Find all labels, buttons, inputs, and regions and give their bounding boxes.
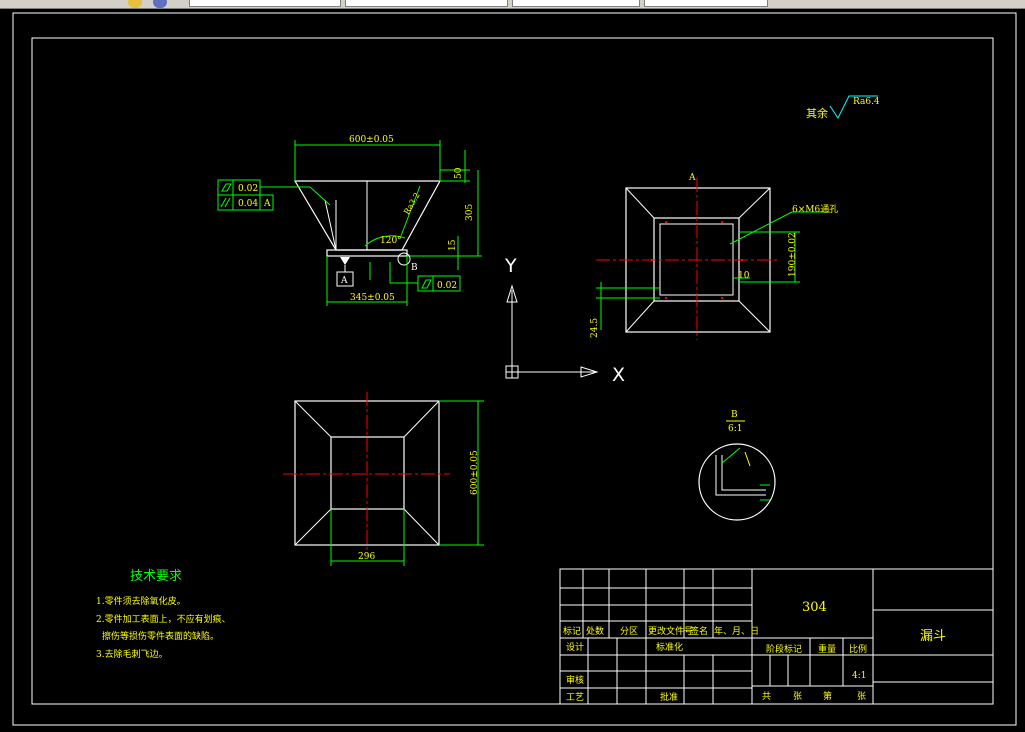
- tb-standard: 标准化: [656, 641, 683, 653]
- tech-line-4: 3.去除毛刺飞边。: [96, 648, 168, 660]
- tech-line-1: 1.零件须去除氧化皮。: [96, 595, 186, 607]
- tb-approve: 批准: [660, 691, 678, 703]
- parallel-value: 0.04: [238, 199, 258, 209]
- tb-ratio: 比例: [849, 643, 867, 655]
- flatness-symbol: [221, 183, 232, 192]
- tolerance-frame-left: 0.02 0.04 A: [217, 179, 331, 211]
- drawing-canvas[interactable]: 其余 Ra6.4 600±0.05 50 305 15 Ra3.2 120° A…: [0, 9, 1025, 732]
- tech-requirements: 技术要求 1.零件须去除氧化皮。 2.零件加工表面上，不应有划痕、 擦伤等损伤零…: [96, 569, 231, 660]
- tb-header-2: 处数: [586, 625, 604, 637]
- flatness-value: 0.02: [238, 184, 258, 194]
- ucs-y: Y: [504, 255, 517, 277]
- tb-header-5: 签名: [690, 625, 708, 637]
- tb-sheets-1: 共: [762, 691, 771, 702]
- dim-height-small: 15: [448, 239, 458, 251]
- toolbar-icon-2[interactable]: [153, 0, 167, 8]
- toolbar: [0, 0, 1025, 9]
- tb-part-name: 漏斗: [920, 628, 946, 644]
- front-view: 600±0.05 50 305 15 Ra3.2 120° A B 345±0.…: [217, 135, 482, 306]
- toolbar-dropdown-3[interactable]: [512, 0, 640, 7]
- funnel-flange: [326, 249, 408, 257]
- detail-scale: 6:1: [728, 424, 742, 434]
- plan-dim-inner: 296: [358, 552, 375, 562]
- surface-note: 其余 Ra6.4: [806, 95, 880, 120]
- datum-a: A: [340, 276, 348, 286]
- dim-10: 10: [738, 271, 750, 281]
- detail-label: B: [731, 410, 738, 420]
- ucs-x: X: [612, 364, 625, 386]
- top-view: A 6×M6通孔 190±0.02 10 24.5: [590, 173, 838, 340]
- bottom-flatness-value: 0.02: [437, 281, 457, 291]
- tb-header-3: 分区: [620, 626, 638, 637]
- dim-bottom-width: 345±0.05: [350, 293, 395, 303]
- toolbar-icon-1[interactable]: [128, 0, 142, 8]
- detail-circle: [698, 443, 776, 521]
- tb-design: 设计: [566, 641, 584, 653]
- toolbar-dropdown-2[interactable]: [345, 0, 508, 7]
- front-roughness: Ra3.2: [402, 191, 422, 216]
- front-angle: 120°: [380, 236, 402, 246]
- tb-stage: 阶段标记: [766, 643, 802, 655]
- detail-b-mark: B: [411, 263, 418, 273]
- tech-line-2: 2.零件加工表面上，不应有划痕、: [96, 613, 231, 625]
- dim-24-5: 24.5: [590, 318, 600, 338]
- cad-drawing: 其余 Ra6.4 600±0.05 50 305 15 Ra3.2 120° A…: [12, 12, 1017, 726]
- dim-inner-190: 190±0.02: [788, 232, 798, 277]
- datum-triangle: [340, 257, 350, 265]
- tb-sheets-4: 张: [857, 691, 866, 702]
- toolbar-dropdown-4[interactable]: [644, 0, 768, 7]
- tb-process: 工艺: [566, 692, 584, 703]
- toolbar-dropdown-1[interactable]: [189, 0, 341, 7]
- holes-note: 6×M6通孔: [792, 204, 838, 215]
- ucs-icon: Y X: [504, 255, 625, 386]
- dim-height-total: 305: [465, 204, 475, 221]
- detail-b-circle: [397, 252, 411, 266]
- parallel-ref: A: [263, 199, 271, 209]
- dim-top-width: 600±0.05: [349, 135, 394, 145]
- tb-header-4: 更改文件号: [648, 625, 693, 637]
- tech-line-3: 擦伤等损伤零件表面的缺陷。: [102, 630, 219, 642]
- tb-ratio-value: 4:1: [852, 671, 866, 681]
- tb-review: 审核: [566, 674, 584, 686]
- detail-b: B 6:1: [698, 410, 776, 521]
- plan-view: 600±0.05 296: [283, 392, 484, 566]
- tolerance-frame-bottom: 0.02: [389, 262, 461, 292]
- tb-sheets-3: 第: [823, 690, 832, 702]
- tb-weight: 重量: [818, 643, 836, 655]
- tb-header-6: 年、月、日: [714, 625, 759, 637]
- tb-header-1: 标记: [563, 625, 581, 637]
- section-mark: A: [688, 173, 696, 183]
- surface-note-value: Ra6.4: [853, 97, 880, 107]
- dim-height-top: 50: [454, 167, 464, 179]
- tb-sheets-2: 张: [793, 691, 802, 702]
- surface-note-prefix: 其余: [806, 106, 828, 120]
- tb-material: 304: [802, 600, 827, 615]
- tech-title: 技术要求: [130, 569, 182, 584]
- plan-dim-width: 600±0.05: [470, 450, 480, 495]
